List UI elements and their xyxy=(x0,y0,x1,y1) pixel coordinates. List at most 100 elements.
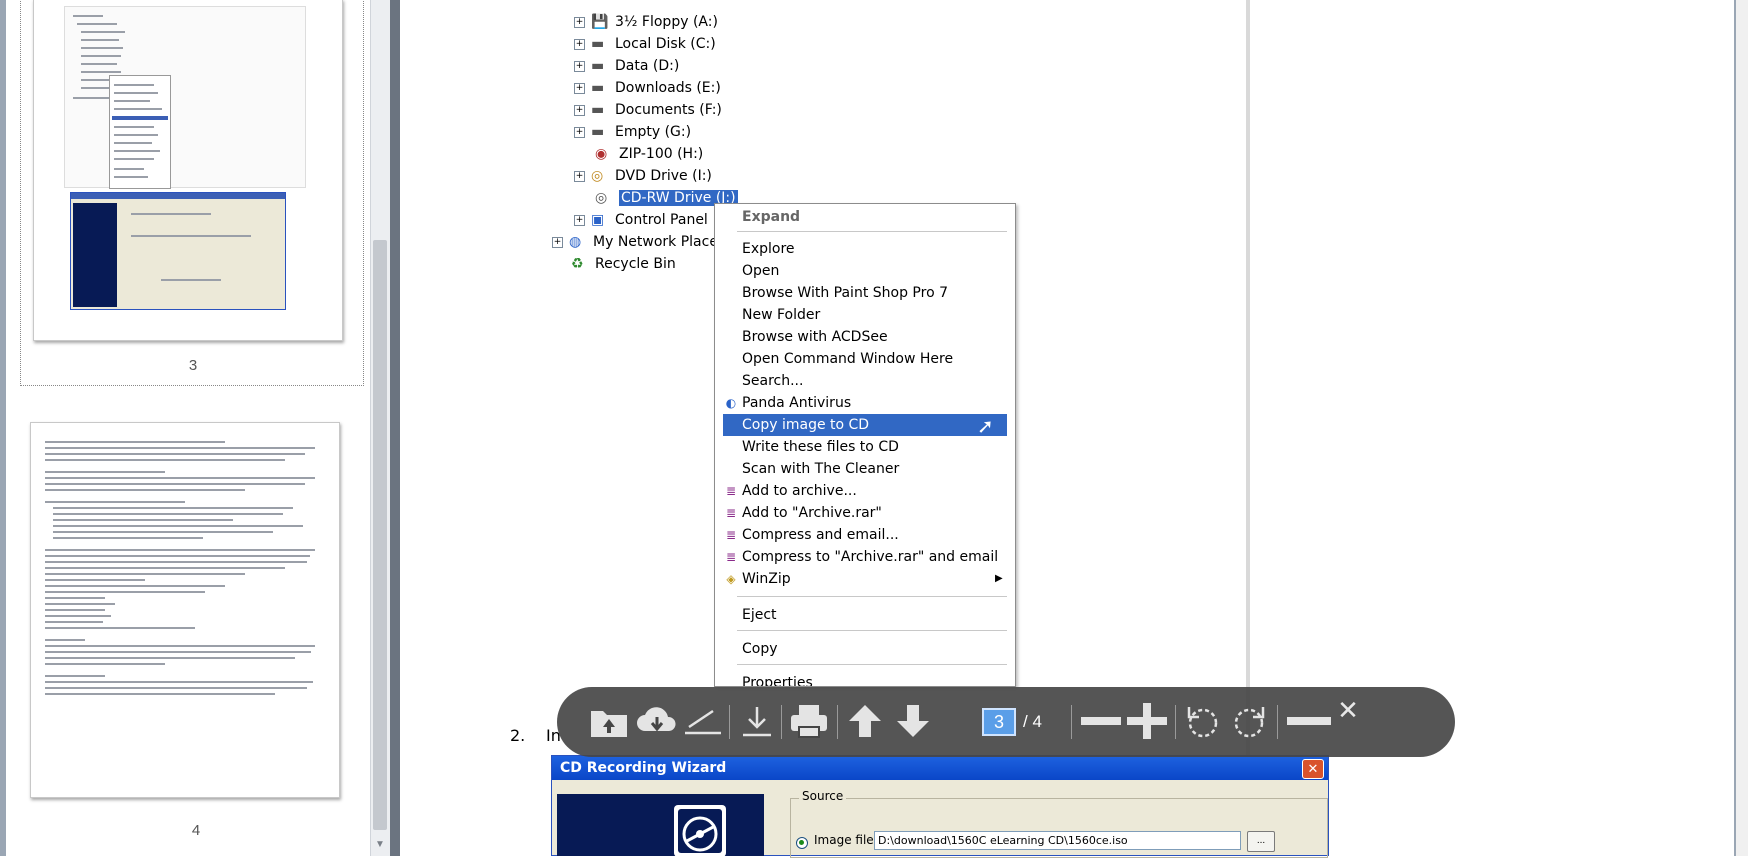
menu-item-compress-email[interactable]: ≣ Compress and email... xyxy=(715,524,1015,546)
panda-antivirus-icon: ◐ xyxy=(725,396,737,410)
menu-item-write-files-to-cd[interactable]: Write these files to CD xyxy=(715,436,1015,458)
menu-separator xyxy=(737,630,1007,631)
expand-icon[interactable]: + xyxy=(574,60,585,72)
browse-button: ... xyxy=(1247,831,1275,852)
menu-item-copy-image-to-cd[interactable]: Copy image to CD ➚ xyxy=(723,414,1007,436)
hard-disk-icon: ▬ xyxy=(591,58,605,74)
close-icon[interactable]: ✕ xyxy=(1333,691,1363,729)
menu-separator xyxy=(737,664,1007,665)
print-icon[interactable] xyxy=(787,703,831,741)
source-label: Source xyxy=(799,789,847,803)
menu-item-browse-acdsee[interactable]: Browse with ACDSee xyxy=(715,326,1015,348)
dvd-drive-icon: ◎ xyxy=(591,168,604,184)
expand-icon[interactable]: + xyxy=(574,104,585,116)
thumbnail-3-frame[interactable]: 3 xyxy=(20,0,364,386)
expand-icon[interactable]: + xyxy=(574,126,585,138)
cd-recording-wizard-screenshot: CD Recording Wizard ✕ Source Image file … xyxy=(551,755,1329,858)
tree-item[interactable]: + ▬ Documents (F:) xyxy=(574,100,722,120)
menu-item-add-to-archive-rar[interactable]: ≣ Add to "Archive.rar" xyxy=(715,502,1015,524)
menu-item-eject[interactable]: Eject xyxy=(715,604,1015,626)
menu-item-new-folder[interactable]: New Folder xyxy=(715,304,1015,326)
zoom-out-icon[interactable] xyxy=(1079,703,1123,741)
hard-disk-icon: ▬ xyxy=(591,102,605,118)
winzip-icon: ◈ xyxy=(726,572,736,586)
tree-item[interactable]: + ▬ Local Disk (C:) xyxy=(574,34,716,54)
thumbnail-4-label: 4 xyxy=(191,822,201,839)
zip-drive-icon: ◉ xyxy=(595,146,608,162)
tree-item[interactable]: + ▣ Control Panel xyxy=(574,210,708,230)
menu-item-open-command-window[interactable]: Open Command Window Here xyxy=(715,348,1015,370)
expand-icon[interactable]: + xyxy=(574,16,585,28)
radio-dot xyxy=(799,840,804,845)
menu-item-add-to-archive[interactable]: ≣ Add to archive... xyxy=(715,480,1015,502)
page-number-input[interactable]: 3 xyxy=(982,708,1016,736)
toolbar-separator xyxy=(1277,705,1278,739)
toolbar-separator xyxy=(1071,705,1072,739)
step-number: 2. xyxy=(510,726,526,745)
rotate-cw-icon[interactable] xyxy=(1227,703,1271,741)
cd-drive-icon: ◎ xyxy=(595,190,608,206)
page-total: / 4 xyxy=(1023,712,1042,731)
tree-item[interactable]: + ▬ Empty (G:) xyxy=(574,122,691,142)
winrar-icon: ≣ xyxy=(725,528,737,542)
download-icon[interactable] xyxy=(737,703,777,741)
floppy-drive-icon: 💾 xyxy=(591,14,609,30)
menu-item-scan-cleaner[interactable]: Scan with The Cleaner xyxy=(715,458,1015,480)
menu-item-explore[interactable]: Explore xyxy=(715,238,1015,260)
viewer-right-border xyxy=(1734,0,1748,856)
menu-item-winzip[interactable]: ◈ WinZip ▶ xyxy=(715,568,1015,590)
sidebar-scroll-thumb[interactable] xyxy=(373,240,387,830)
menu-item-compress-rar-email[interactable]: ≣ Compress to "Archive.rar" and email xyxy=(715,546,1015,568)
expand-icon[interactable]: + xyxy=(574,214,585,226)
sidebar-divider[interactable] xyxy=(390,0,400,856)
cloud-download-icon[interactable] xyxy=(635,703,679,741)
menu-item-search[interactable]: Search... xyxy=(715,370,1015,392)
hard-disk-icon: ▬ xyxy=(591,124,605,140)
toolbar-separator xyxy=(781,705,782,739)
menu-separator xyxy=(737,231,1007,232)
expand-icon[interactable]: + xyxy=(574,38,585,50)
sign-icon[interactable] xyxy=(681,703,725,741)
rotate-ccw-icon[interactable] xyxy=(1181,703,1225,741)
menu-item-properties[interactable]: Properties xyxy=(715,672,1015,686)
control-panel-icon: ▣ xyxy=(591,212,605,228)
hard-disk-icon: ▬ xyxy=(591,36,605,52)
submenu-arrow-icon: ▶ xyxy=(995,573,1003,584)
cd-burn-icon xyxy=(674,805,726,857)
recycle-bin-icon: ♻ xyxy=(571,256,584,272)
thumbnail-4-page[interactable] xyxy=(30,422,340,798)
next-page-icon[interactable] xyxy=(891,703,935,741)
winrar-icon: ≣ xyxy=(725,506,737,520)
open-folder-icon[interactable] xyxy=(587,703,631,741)
expand-icon[interactable]: + xyxy=(552,236,563,248)
previous-page-icon[interactable] xyxy=(843,703,887,741)
close-icon: ✕ xyxy=(1302,759,1324,779)
tree-item[interactable]: ♻ Recycle Bin xyxy=(571,254,676,274)
scroll-down-arrow-icon[interactable]: ▼ xyxy=(373,838,387,852)
wizard-title: CD Recording Wizard xyxy=(552,756,1328,780)
image-file-label: Image file xyxy=(814,833,874,847)
menu-item-open[interactable]: Open xyxy=(715,260,1015,282)
thumbnail-3-label: 3 xyxy=(188,357,198,374)
hard-disk-icon: ▬ xyxy=(591,80,605,96)
menu-item-panda-antivirus[interactable]: ◐ Panda Antivirus xyxy=(715,392,1015,414)
tree-item[interactable]: + ◎ DVD Drive (I:) xyxy=(574,166,712,186)
winrar-icon: ≣ xyxy=(725,484,737,498)
menu-item-browse-paint-shop[interactable]: Browse With Paint Shop Pro 7 xyxy=(715,282,1015,304)
expand-icon[interactable]: + xyxy=(574,82,585,94)
minimize-icon[interactable] xyxy=(1285,703,1333,741)
zoom-in-icon[interactable] xyxy=(1125,703,1169,741)
tree-item[interactable]: + 💾 3½ Floppy (A:) xyxy=(574,12,718,32)
menu-item-expand[interactable]: Expand xyxy=(715,206,1015,228)
menu-item-copy[interactable]: Copy xyxy=(715,638,1015,660)
tree-item[interactable]: + ▬ Downloads (E:) xyxy=(574,78,721,98)
wizard-banner xyxy=(557,794,764,857)
toolbar-separator xyxy=(729,705,730,739)
tree-item[interactable]: ◉ ZIP-100 (H:) xyxy=(595,144,703,164)
expand-icon[interactable]: + xyxy=(574,170,585,182)
tree-item[interactable]: + ▬ Data (D:) xyxy=(574,56,679,76)
thumbnail-3-page[interactable] xyxy=(33,0,343,341)
tree-item[interactable]: + ◍ My Network Places xyxy=(552,232,725,252)
network-places-icon: ◍ xyxy=(569,234,582,250)
toolbar-separator xyxy=(837,705,838,739)
